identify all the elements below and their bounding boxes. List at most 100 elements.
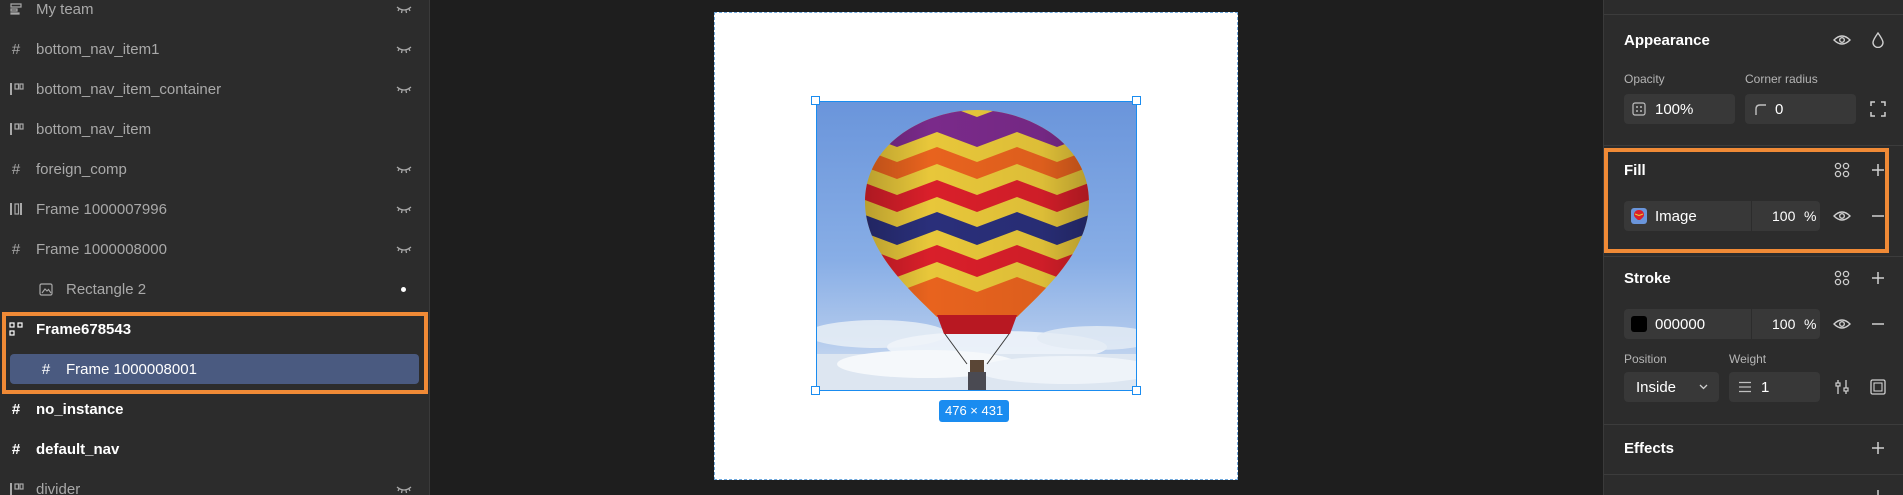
layer-row[interactable]: # foreign_comp [0,149,429,189]
layer-row[interactable]: # default_nav [0,429,429,469]
corner-radius-field[interactable]: 0 [1745,94,1856,124]
fill-row[interactable]: Image 100 % [1624,201,1820,231]
layer-row[interactable]: bottom_nav_item_container [0,69,429,109]
fill-opacity-value[interactable]: 100 [1772,208,1795,224]
resize-handle-top-left[interactable] [811,96,820,105]
appearance-title: Appearance [1624,32,1710,49]
stroke-weight-label: Weight [1729,352,1767,366]
layer-row[interactable]: Frame 1000007996 [0,189,429,229]
field-separator [1751,201,1752,231]
stroke-sides-icon[interactable] [1868,377,1888,397]
stroke-position-label: Position [1624,352,1667,366]
section-divider [1604,424,1903,425]
drop-icon[interactable] [1868,30,1888,50]
layer-row-selected[interactable]: # Frame 1000008001 [10,354,419,384]
opacity-field[interactable]: 100% [1624,94,1735,124]
stroke-settings-icon[interactable] [1832,377,1852,397]
stroke-color-swatch[interactable] [1631,316,1647,332]
corner-radius-value: 0 [1775,100,1784,118]
minus-icon[interactable] [1868,206,1888,226]
section-divider [1604,145,1903,146]
effects-title: Effects [1624,440,1675,457]
stroke-color-hex[interactable]: 000000 [1655,316,1705,333]
properties-panel: Appearance Opacity Corner radius 100% 0 … [1603,0,1903,495]
styles-grid-icon[interactable] [1832,160,1852,180]
layer-name: divider [36,480,81,495]
resize-handle-top-right[interactable] [1132,96,1141,105]
layer-name: Frame678543 [36,320,132,338]
plus-icon[interactable] [1868,268,1888,288]
text-lines-icon [8,1,24,17]
layer-row[interactable]: Frame678543 [0,309,429,349]
layer-name: Frame 1000008000 [36,240,167,258]
corner-radius-label: Corner radius [1745,72,1818,86]
layer-row[interactable]: My team [0,0,429,29]
layer-name: default_nav [36,440,120,458]
layer-name: bottom_nav_item1 [36,40,160,58]
eye-closed-icon[interactable] [396,242,412,256]
layer-row[interactable]: bottom_nav_item [0,109,429,149]
eye-icon[interactable] [1832,206,1852,226]
plus-icon[interactable] [1868,438,1888,458]
minus-icon[interactable] [1868,314,1888,334]
eye-closed-icon[interactable] [396,42,412,56]
stroke-position-select[interactable]: Inside [1624,372,1719,402]
autolayout-icon [8,121,24,137]
eye-closed-icon[interactable] [396,2,412,16]
eye-closed-icon[interactable] [396,162,412,176]
stroke-position-value: Inside [1636,378,1677,396]
layer-row[interactable]: # bottom_nav_item1 [0,29,429,69]
fill-percent-sign: % [1804,208,1817,224]
frame-hash-icon: # [11,160,21,178]
canvas[interactable]: 476 × 431 [431,0,1603,495]
layer-row[interactable]: # no_instance [0,389,429,429]
layer-name: foreign_comp [36,160,127,178]
frame-hash-icon: # [11,240,21,258]
resize-handle-bottom-right[interactable] [1132,386,1141,395]
eye-icon[interactable] [1832,314,1852,334]
layer-row[interactable]: # Frame 1000008000 [0,229,429,269]
opacity-value: 100% [1655,100,1694,118]
eye-closed-icon[interactable] [396,202,412,216]
stroke-title: Stroke [1624,270,1671,287]
stroke-weight-value: 1 [1761,378,1770,396]
chevron-down-icon [1699,384,1708,390]
eye-icon[interactable] [1832,30,1852,50]
section-divider [1604,474,1903,475]
layer-name: Rectangle 2 [66,280,147,298]
stroke-row[interactable]: 000000 100 % [1624,309,1820,339]
section-divider [1604,256,1903,257]
layer-row[interactable]: Rectangle 2 [0,269,429,309]
fill-image-thumbnail[interactable] [1631,208,1647,224]
eye-closed-icon[interactable] [396,82,412,96]
opacity-label: Opacity [1624,72,1665,86]
selection-dot-icon [401,287,406,292]
section-divider [1604,14,1903,15]
field-separator [1751,309,1752,339]
plus-icon[interactable] [1868,160,1888,180]
balloon-image[interactable] [816,101,1137,391]
frame-hash-icon: # [41,360,51,378]
independent-corners-icon[interactable] [1868,99,1888,119]
stroke-opacity-value[interactable]: 100 [1772,316,1795,332]
layer-name: My team [36,0,94,18]
corner-radius-icon [1755,104,1766,115]
stroke-weight-icon [1739,381,1751,393]
opacity-icon [1632,102,1646,116]
autolayout-icon [8,201,24,217]
stroke-percent-sign: % [1804,316,1817,332]
styles-grid-icon[interactable] [1832,268,1852,288]
resize-handle-bottom-left[interactable] [811,386,820,395]
layer-name: bottom_nav_item_container [36,80,222,98]
frame-hash-icon: # [11,400,21,418]
autolayout-icon [8,481,24,495]
fill-title: Fill [1624,162,1646,179]
stroke-weight-field[interactable]: 1 [1729,372,1820,402]
image-icon [38,281,54,297]
balloon-illustration [817,110,1136,390]
layer-name: bottom_nav_item [36,120,152,138]
frame-hash-icon: # [11,440,21,458]
eye-closed-icon[interactable] [396,482,412,495]
plus-icon[interactable] [1868,486,1888,495]
layer-row[interactable]: divider [0,469,429,495]
